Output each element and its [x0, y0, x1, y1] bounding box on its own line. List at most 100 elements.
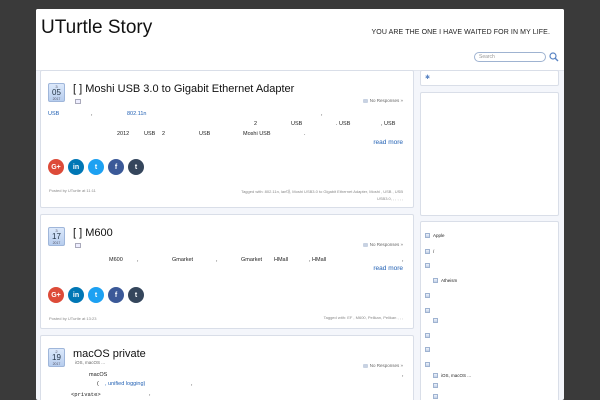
folder-icon [433, 278, 438, 283]
facebook-icon[interactable]: f [108, 159, 124, 175]
post-text: , [216, 257, 218, 263]
post-text[interactable]: , unified logging) [105, 381, 145, 387]
post-category[interactable]: iOS, macOS ... [75, 360, 105, 365]
category-item[interactable] [425, 347, 433, 352]
linkedin-icon[interactable]: in [68, 159, 84, 175]
comment-icon [362, 98, 368, 103]
search-icon[interactable] [549, 52, 559, 62]
category-item[interactable]: Apple [425, 233, 445, 238]
post-text: , [149, 391, 151, 397]
share-buttons: G+ in t f t [48, 159, 144, 175]
site-header: UTurtle Story YOU ARE THE ONE I HAVE WAI… [36, 9, 564, 71]
post-text: , [191, 381, 193, 387]
category-item[interactable] [425, 293, 433, 298]
category-item[interactable] [433, 394, 441, 399]
post-text: macOS [89, 372, 108, 378]
post-text: 2012 [117, 131, 130, 137]
read-more-link[interactable]: read more [373, 265, 403, 272]
post-text: . [304, 131, 306, 137]
post-date-badge: 3 05 2017 [48, 83, 65, 102]
post-text: . USB [336, 121, 351, 127]
category-item[interactable]: / [425, 249, 434, 254]
responses-link[interactable]: No Responses » [362, 363, 403, 368]
comment-icon [362, 242, 368, 247]
twitter-icon[interactable]: t [88, 287, 104, 303]
google-plus-icon[interactable]: G+ [48, 287, 64, 303]
post-text: M600 [109, 257, 123, 263]
post-text: ( [97, 381, 99, 387]
share-buttons: G+ in t f t [48, 287, 144, 303]
folder-icon [433, 318, 438, 323]
post-title[interactable]: [ ] Moshi USB 3.0 to Gigabit Ethernet Ad… [73, 83, 294, 95]
category-item[interactable]: Atheism [433, 278, 457, 283]
folder-icon [425, 347, 430, 352]
post-text: 2 [162, 131, 166, 137]
responses-link[interactable]: No Responses » [362, 242, 403, 247]
comment-icon [362, 363, 368, 368]
post-date-badge: 2 19 2017 [48, 348, 65, 367]
category-item[interactable] [425, 308, 433, 313]
post-text: Gmarket [241, 257, 263, 263]
post-card: 3 17 2017 [ ] M600 No Responses » M600 ,… [40, 214, 414, 329]
post-card: 3 05 2017 [ ] Moshi USB 3.0 to Gigabit E… [40, 70, 414, 208]
post-text: , [137, 257, 139, 263]
category-item[interactable] [433, 318, 441, 323]
tumblr-icon[interactable]: t [128, 159, 144, 175]
folder-icon [433, 383, 438, 388]
post-text: , HMall [309, 257, 327, 263]
post-card: 2 19 2017 macOS private No Responses » i… [40, 335, 414, 400]
page: UTurtle Story YOU ARE THE ONE I HAVE WAI… [36, 9, 564, 400]
category-item[interactable] [425, 333, 433, 338]
post-meta: Posted by UTurtle at 13:23 [49, 316, 97, 321]
post-text: HMall [274, 257, 289, 263]
responses-link[interactable]: No Responses » [362, 98, 403, 103]
post-text: 2 [254, 121, 258, 127]
sidebar-category-tree: Apple / Atheism iOS, macOS ... [420, 221, 559, 400]
folder-icon [425, 249, 430, 254]
folder-icon [425, 333, 430, 338]
post-text: USB [291, 121, 303, 127]
post-text: , [402, 257, 404, 263]
tumblr-icon[interactable]: t [128, 287, 144, 303]
folder-icon [425, 233, 430, 238]
twitter-icon[interactable]: t [88, 159, 104, 175]
facebook-icon[interactable]: f [108, 287, 124, 303]
post-date-badge: 3 17 2017 [48, 227, 65, 246]
sidebar-widget-empty [420, 92, 559, 216]
post-text: , [321, 111, 323, 117]
post-title[interactable]: [ ] M600 [73, 227, 113, 239]
star-icon: ✱ [425, 75, 431, 81]
read-more-link[interactable]: read more [373, 139, 403, 146]
folder-icon [425, 263, 430, 268]
post-tags: Tagged with: 802.11n, lan대, Moshi USB3.0… [241, 189, 403, 201]
post-text[interactable]: 802.11n [127, 111, 146, 117]
post-text: , [91, 111, 93, 117]
category-item[interactable] [425, 263, 433, 268]
post-text: USB [199, 131, 211, 137]
site-tagline: YOU ARE THE ONE I HAVE WAITED FOR IN MY … [371, 29, 550, 36]
site-title[interactable]: UTurtle Story [41, 17, 152, 39]
post-meta: Posted by UTurtle at 11:11 [49, 188, 96, 193]
category-item[interactable]: iOS, macOS ... [433, 373, 471, 378]
post-tags: Tagged with: EF , M600, Pellkan, Pelikan… [323, 315, 403, 320]
folder-icon [425, 362, 430, 367]
linkedin-icon[interactable]: in [68, 287, 84, 303]
post-text: <private> [71, 391, 101, 398]
folder-icon [433, 373, 438, 378]
post-text: Gmarket [172, 257, 194, 263]
folder-icon [433, 394, 438, 399]
post-text: , USB [381, 121, 396, 127]
folder-icon [425, 293, 430, 298]
category-icon [75, 99, 81, 104]
post-text: USB [144, 131, 156, 137]
search-input[interactable]: Search [474, 52, 546, 62]
category-icon [75, 243, 81, 248]
post-text: , [402, 372, 404, 378]
post-text[interactable]: USB [48, 111, 59, 117]
category-item[interactable] [433, 383, 441, 388]
google-plus-icon[interactable]: G+ [48, 159, 64, 175]
post-title[interactable]: macOS private [73, 348, 146, 360]
post-text: Moshi USB [243, 131, 271, 137]
folder-icon [425, 308, 430, 313]
category-item[interactable] [425, 362, 433, 367]
